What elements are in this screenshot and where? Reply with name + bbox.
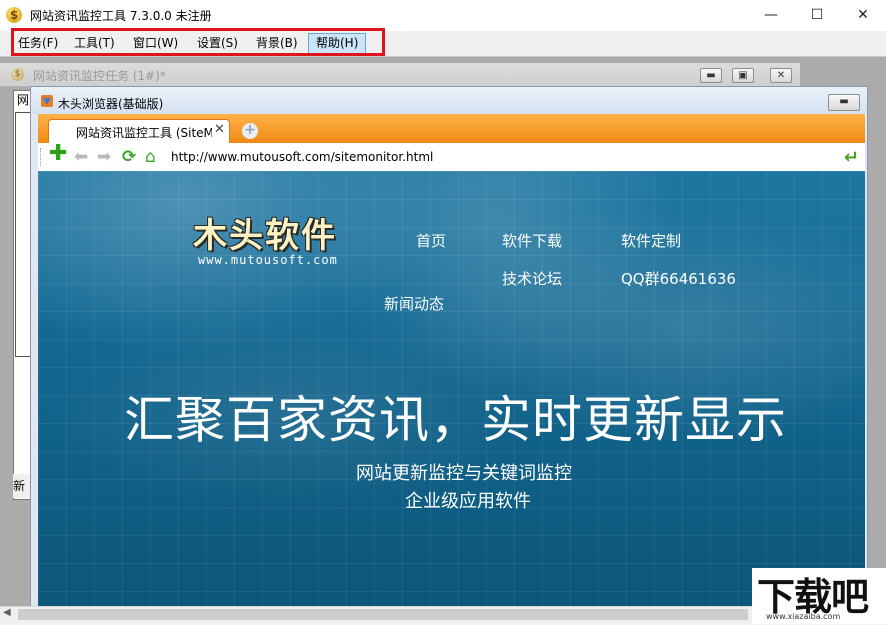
new-tab-icon[interactable]: + — [242, 123, 258, 139]
app-title: 网站资讯监控工具 7.3.0.0 未注册 — [30, 9, 212, 23]
task-panel-header: 网 — [17, 93, 30, 107]
nav-qq-group[interactable]: QQ群66461636 — [621, 268, 736, 289]
mdi-title: 网站资讯监控任务 (1#)* — [33, 69, 166, 83]
mdi-app-icon: $ — [11, 68, 24, 81]
forward-arrow-icon[interactable]: ➡ — [97, 147, 111, 167]
minimize-button[interactable]: — — [748, 0, 794, 31]
menu-bar-filler — [536, 31, 886, 56]
hero-subtitle: 网站更新监控与关键词监控 — [356, 463, 572, 484]
home-icon[interactable]: ⌂ — [145, 147, 156, 167]
url-input[interactable]: http://www.mutousoft.com/sitemonitor.htm… — [171, 150, 433, 164]
mdi-close-button[interactable]: ✕ — [770, 68, 792, 83]
scrollbar-thumb[interactable] — [18, 609, 748, 620]
browser-title: 木头浏览器(基础版) — [58, 97, 164, 111]
nav-home[interactable]: 首页 — [416, 230, 446, 251]
toolbar-grip — [40, 148, 44, 166]
menu-highlight-frame — [11, 28, 385, 56]
tab-close-icon[interactable]: ✕ — [214, 122, 225, 137]
add-icon[interactable]: ✚ — [49, 143, 67, 165]
browser-logo-icon — [41, 95, 53, 107]
close-button[interactable]: ✕ — [840, 0, 886, 31]
site-logo-url: www.mutousoft.com — [198, 253, 338, 267]
mdi-restore-button[interactable]: ▣ — [732, 68, 754, 83]
browser-tab-label: 网站资讯监控工具 (SiteM — [76, 126, 212, 140]
nav-forum[interactable]: 技术论坛 — [502, 268, 562, 289]
nav-custom[interactable]: 软件定制 — [621, 230, 681, 251]
refresh-icon[interactable]: ⟳ — [122, 147, 136, 167]
menu-divider — [0, 56, 886, 57]
back-arrow-icon[interactable]: ⬅ — [74, 147, 88, 167]
maximize-button[interactable]: ☐ — [794, 0, 840, 31]
hero-subtitle-2: 企业级应用软件 — [405, 491, 531, 512]
watermark-url: www.xiazaiba.com — [766, 612, 841, 621]
app-logo-icon: $ — [6, 7, 22, 23]
hero-headline: 汇聚百家资讯，实时更新显示 — [124, 391, 787, 449]
browser-minimize-button[interactable]: ▬ — [828, 94, 860, 111]
scroll-left-arrow-icon[interactable]: ◀ — [3, 607, 11, 618]
mdi-minimize-button[interactable]: ▬ — [700, 68, 722, 83]
address-bar — [38, 143, 865, 172]
site-logo[interactable]: 木头软件 — [193, 208, 337, 257]
nav-news[interactable]: 新闻动态 — [384, 293, 444, 314]
go-icon[interactable]: ↵ — [844, 147, 859, 168]
nav-download[interactable]: 软件下载 — [502, 230, 562, 251]
